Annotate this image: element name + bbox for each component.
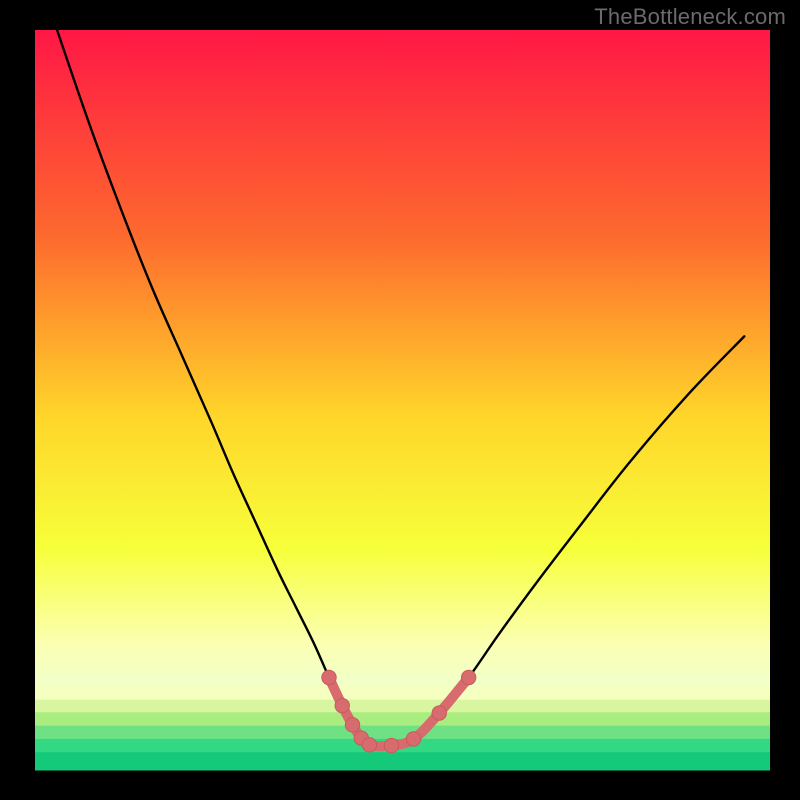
marker-dot xyxy=(384,738,398,752)
bottleneck-chart xyxy=(0,0,800,800)
marker-dot xyxy=(345,718,359,732)
marker-dot xyxy=(362,738,376,752)
color-band xyxy=(35,752,770,770)
marker-dot xyxy=(461,670,475,684)
color-band xyxy=(35,685,770,700)
plot-background xyxy=(35,30,770,770)
color-band xyxy=(35,712,770,726)
marker-dot xyxy=(432,706,446,720)
attribution-text: TheBottleneck.com xyxy=(594,4,786,30)
marker-dot xyxy=(322,670,336,684)
color-band xyxy=(35,726,770,740)
marker-dot xyxy=(335,698,349,712)
marker-dot xyxy=(406,732,420,746)
color-band xyxy=(35,700,770,713)
bottom-color-bands xyxy=(35,685,770,771)
chart-stage: TheBottleneck.com xyxy=(0,0,800,800)
